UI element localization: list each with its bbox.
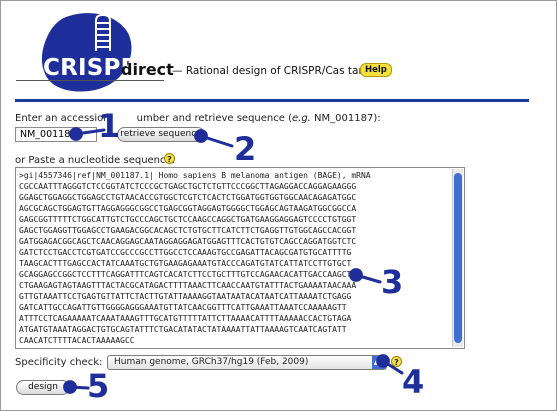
sequence-text: >gi|4557346|ref|NM_001187.1| Homo sapien… (19, 171, 371, 345)
specificity-help-icon[interactable]: ? (391, 356, 402, 367)
annotation-number-2: 2 (234, 130, 257, 168)
specificity-selected-value: Human genome, GRCh37/hg19 (Feb, 2009) (114, 357, 309, 367)
annotation-number-3: 3 (381, 263, 404, 301)
retrieve-sequence-button[interactable]: retrieve sequence (117, 127, 205, 142)
help-button[interactable]: Help (360, 63, 392, 77)
accession-label-start: Enter an accession (15, 113, 110, 124)
accession-label: Enter an accession umber and retrieve seq… (15, 113, 381, 124)
logo-underline (16, 80, 164, 81)
sequence-scrollbar[interactable] (452, 169, 463, 347)
accession-label-eg: e.g. (292, 113, 311, 124)
sequence-help-icon[interactable]: ? (164, 153, 175, 164)
annotation-number-4: 4 (402, 363, 425, 401)
accession-label-example: NM_001187): (310, 113, 381, 124)
specificity-select[interactable]: Human genome, GRCh37/hg19 (Feb, 2009) ▲▼ (107, 355, 387, 370)
logo-suffix: direct (121, 60, 174, 79)
annotation-number-1: 1 (98, 107, 121, 145)
sequence-textarea[interactable]: >gi|4557346|ref|NM_001187.1| Homo sapien… (15, 167, 465, 349)
tagline: — Rational design of CRISPR/Cas target. (172, 65, 384, 77)
accession-label-middle: umber and retrieve sequence ( (136, 113, 292, 124)
scrollbar-thumb[interactable] (454, 173, 462, 343)
chevron-down-icon[interactable]: ▲▼ (372, 356, 386, 369)
sequence-label: or Paste a nucleotide sequence: (15, 155, 176, 166)
header-divider (15, 99, 529, 102)
accession-input[interactable] (15, 127, 97, 142)
design-button[interactable]: design (16, 380, 70, 395)
annotation-number-5: 5 (87, 367, 110, 405)
